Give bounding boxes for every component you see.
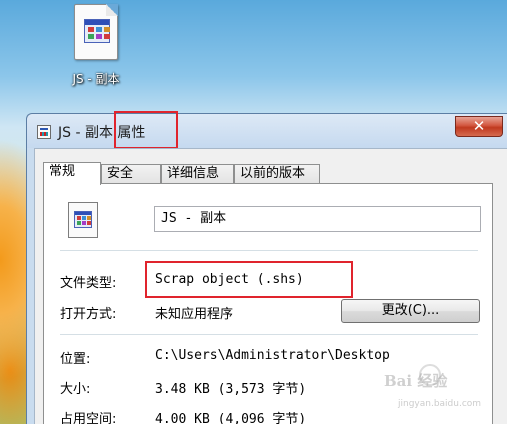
size-value: 3.48 KB (3,573 字节) bbox=[155, 382, 307, 397]
file-title-icon bbox=[37, 125, 51, 139]
size-on-disk-value: 4.00 KB (4,096 字节) bbox=[155, 412, 307, 424]
tab-previous-versions[interactable]: 以前的版本 bbox=[234, 164, 320, 184]
opens-with-label: 打开方式: bbox=[60, 307, 117, 322]
opens-with-value: 未知应用程序 bbox=[155, 307, 234, 322]
location-label: 位置: bbox=[60, 352, 91, 367]
title-highlight-box bbox=[114, 111, 178, 149]
watermark-text: Bai 经验 bbox=[384, 372, 448, 390]
tab-details[interactable]: 详细信息 bbox=[161, 164, 234, 184]
file-type-icon bbox=[68, 202, 98, 238]
close-icon: ✕ bbox=[472, 117, 486, 135]
scrap-file-icon bbox=[74, 4, 118, 60]
desktop-icon-label: JS - 副本 bbox=[72, 72, 120, 86]
file-type-label: 文件类型: bbox=[60, 276, 117, 291]
size-on-disk-label: 占用空间: bbox=[60, 412, 117, 424]
change-button[interactable]: 更改(C)... bbox=[341, 299, 480, 323]
divider bbox=[60, 334, 478, 335]
dialog-titlebar[interactable]: JS - 副本 属性 ✕ bbox=[27, 111, 507, 149]
file-name-field[interactable]: JS - 副本 bbox=[154, 206, 481, 232]
divider bbox=[60, 250, 478, 251]
watermark-url: jingyan.baidu.com bbox=[398, 399, 482, 409]
tab-general[interactable]: 常规 bbox=[43, 162, 101, 185]
close-button[interactable]: ✕ bbox=[455, 116, 503, 137]
desktop-file-icon[interactable]: JS - 副本 bbox=[64, 4, 128, 88]
file-type-highlight-box bbox=[145, 261, 353, 298]
size-label: 大小: bbox=[60, 382, 91, 397]
location-value: C:\Users\Administrator\Desktop bbox=[155, 348, 390, 363]
tab-security[interactable]: 安全 bbox=[101, 164, 161, 184]
